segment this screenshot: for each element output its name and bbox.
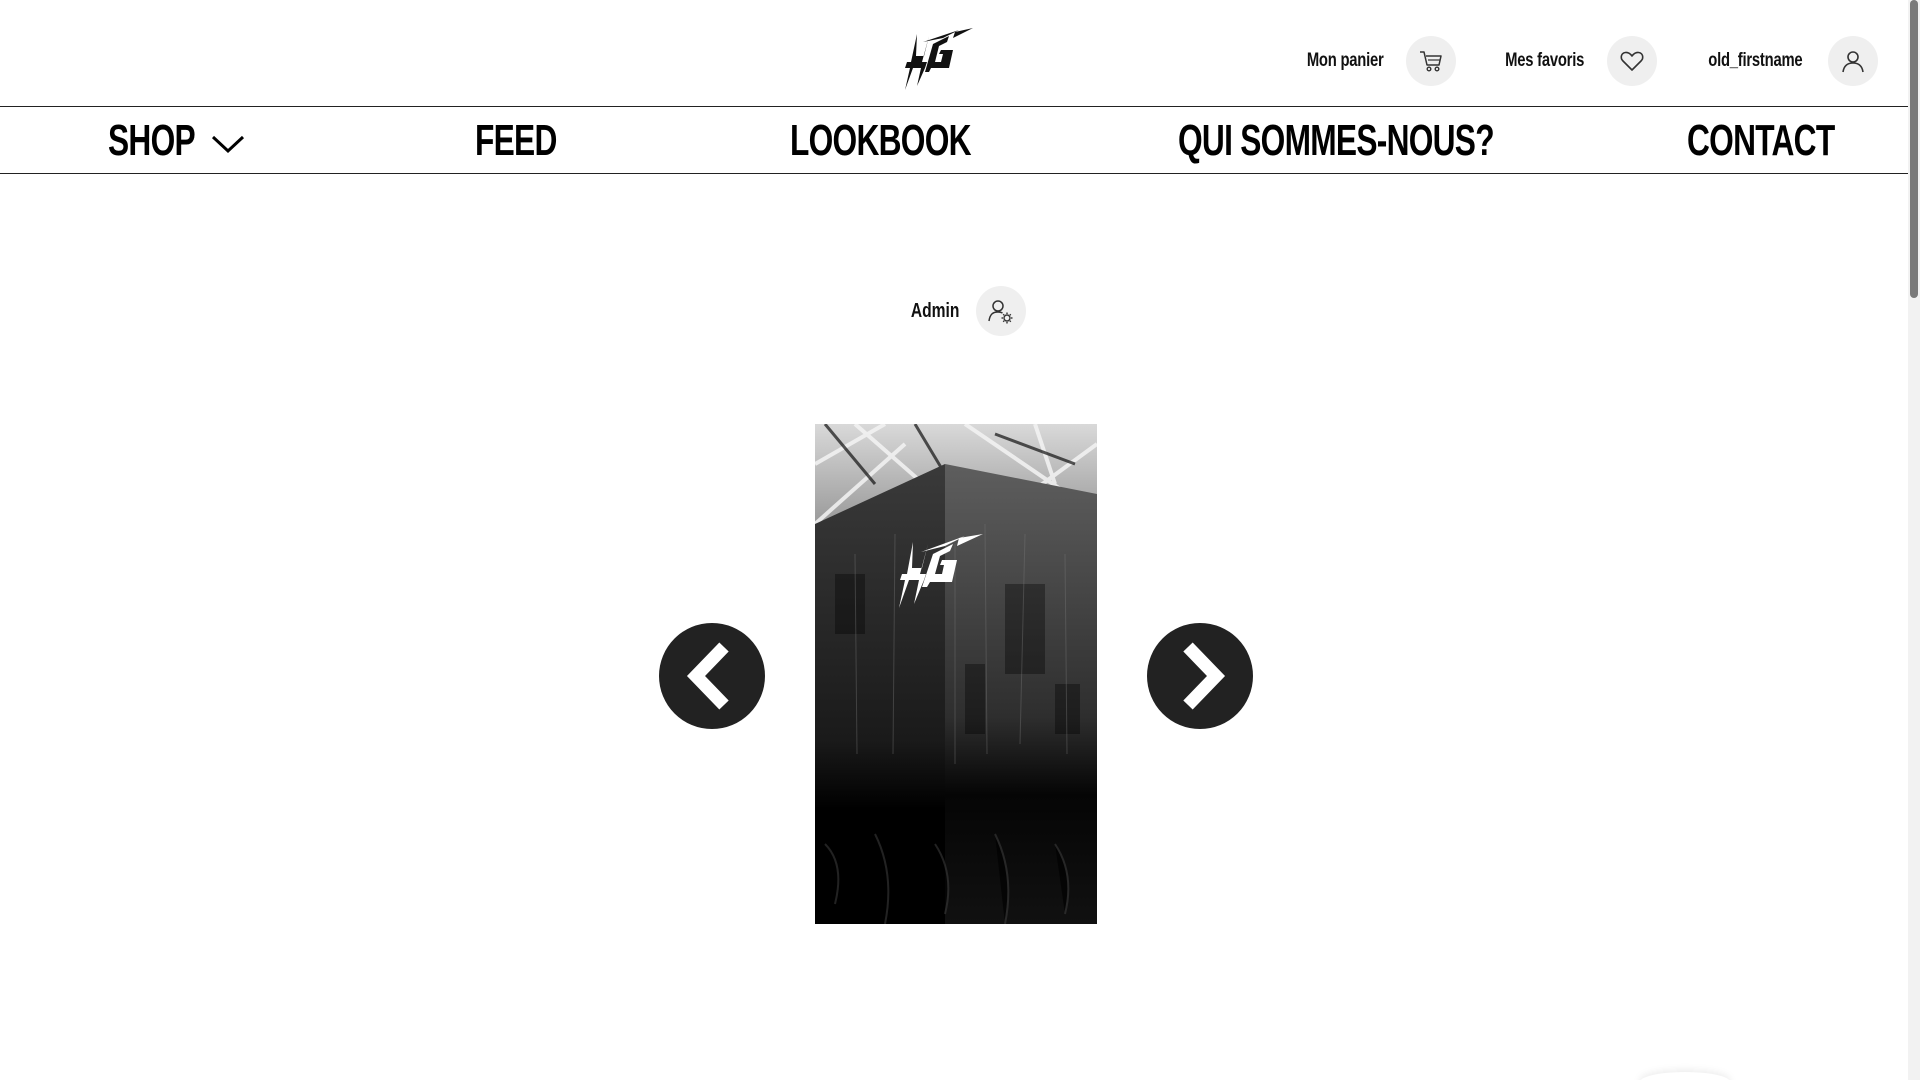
favorites-button[interactable] [1607,36,1658,86]
favorites-label: Mes favoris [1505,50,1585,71]
nav-item-feed[interactable]: FEED [475,116,588,165]
top-header: Mon panier Mes favoris old_firstname [0,0,1908,106]
cart-icon [1420,51,1442,72]
nav-label-feed: FEED [475,116,557,165]
user-icon [1842,51,1864,73]
favorites-link[interactable]: Mes favoris [1494,36,1658,86]
user-link[interactable]: old_firstname [1695,36,1878,86]
cart-label: Mon panier [1306,50,1384,71]
carousel-prev-button[interactable] [659,623,765,729]
nav-label-about: QUI SOMMES-NOUS? [1178,116,1495,165]
nav-item-about[interactable]: QUI SOMMES-NOUS? [1178,116,1617,165]
page-scrollbar[interactable] [1908,0,1920,1080]
chevron-down-icon [211,135,244,154]
lookbook-image [815,424,1097,924]
hg-logo-icon [905,28,973,90]
account-nav: Mon panier Mes favoris old_firstname [1296,36,1878,86]
admin-button[interactable] [976,286,1027,336]
floating-widget[interactable] [1640,1072,1730,1080]
nav-item-shop[interactable]: SHOP [108,116,245,165]
admin-link[interactable]: Admin [904,286,1027,336]
admin-label: Admin [910,299,960,322]
cart-link[interactable]: Mon panier [1296,36,1457,86]
chevron-right-icon [1183,642,1226,710]
user-gear-icon [988,300,1013,324]
nav-label-lookbook: LOOKBOOK [790,116,972,165]
user-button[interactable] [1828,36,1878,86]
nav-label-contact: CONTACT [1687,116,1835,165]
user-label: old_firstname [1708,50,1803,71]
carousel-next-button[interactable] [1147,623,1253,729]
nav-item-contact[interactable]: CONTACT [1687,116,1892,165]
carousel-image[interactable] [815,424,1097,924]
main-nav: SHOP FEED LOOKBOOK QUI SOMMES-NOUS? CONT… [0,106,1908,174]
nav-item-lookbook[interactable]: LOOKBOOK [790,116,1041,165]
heart-icon [1620,51,1644,71]
cart-button[interactable] [1406,36,1457,86]
nav-label-shop: SHOP [108,116,196,165]
brand-logo[interactable] [903,28,975,92]
scrollbar-thumb[interactable] [1910,0,1918,298]
chevron-left-icon [686,642,729,710]
